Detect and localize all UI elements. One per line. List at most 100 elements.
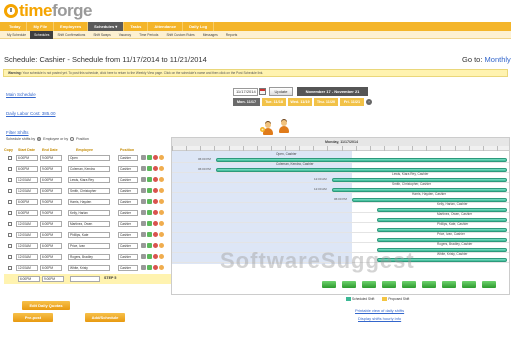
delete-icon[interactable]: [141, 243, 146, 248]
timeforge-logo[interactable]: timeforge: [4, 1, 92, 20]
warning-icon[interactable]: [153, 265, 158, 270]
delete-icon[interactable]: [141, 199, 146, 204]
sub-nav-tab[interactable]: Messages: [199, 31, 222, 39]
sub-nav-tab[interactable]: Shift Confirmations: [53, 31, 89, 39]
new-employee-field[interactable]: [70, 276, 100, 282]
employee-field[interactable]: Phillips, Kate: [68, 232, 110, 238]
copy-checkbox[interactable]: [8, 233, 12, 237]
end-time-field[interactable]: 6:00PM: [40, 177, 62, 183]
edit-icon[interactable]: [159, 177, 164, 182]
daily-labor-cost-link[interactable]: Daily Labor Cost: 385.00: [6, 111, 56, 116]
employee-avatar-icon[interactable]: [278, 119, 290, 134]
save-icon[interactable]: [147, 199, 152, 204]
position-header[interactable]: Position: [120, 148, 134, 152]
sub-nav-tab[interactable]: Reports: [222, 31, 242, 39]
employee-radio[interactable]: [37, 137, 42, 141]
copy-checkbox[interactable]: [8, 244, 12, 248]
end-time-field[interactable]: 9:00PM: [40, 199, 62, 205]
add-schedule-button[interactable]: Add/Schedule: [85, 313, 125, 322]
start-time-field[interactable]: 6:00PM: [16, 199, 38, 205]
warning-icon[interactable]: [153, 254, 158, 259]
start-time-field[interactable]: 12:00AM: [16, 177, 38, 183]
edit-icon[interactable]: [159, 155, 164, 160]
save-icon[interactable]: [147, 254, 152, 259]
pre-post-button[interactable]: Pre-post: [13, 313, 53, 322]
start-time-field[interactable]: 12:00AM: [16, 188, 38, 194]
copy-checkbox[interactable]: [8, 200, 12, 204]
printable-view-link[interactable]: Printable view of daily shifts: [355, 308, 404, 313]
sub-nav-tab[interactable]: Vacancy: [115, 31, 135, 39]
employee-header[interactable]: Employee: [76, 148, 93, 152]
edit-icon[interactable]: [159, 254, 164, 259]
main-schedule-link[interactable]: Main Schedule: [6, 92, 36, 97]
position-field[interactable]: Cashier: [118, 232, 138, 238]
end-time-field[interactable]: 9:00PM: [40, 210, 62, 216]
edit-daily-quotas-button[interactable]: Edit Daily Quotas: [22, 301, 70, 310]
position-field[interactable]: Cashier: [118, 155, 138, 161]
new-start-field[interactable]: 6:00PM: [18, 276, 40, 282]
end-time-field[interactable]: 6:00PM: [40, 243, 62, 249]
warning-icon[interactable]: [153, 177, 158, 182]
update-button[interactable]: Update: [269, 87, 293, 96]
start-time-field[interactable]: 6:00PM: [16, 155, 38, 161]
save-icon[interactable]: [147, 210, 152, 215]
day-tab[interactable]: Tue. 11/18: [262, 98, 286, 106]
start-time-field[interactable]: 6:00PM: [16, 210, 38, 216]
date-input[interactable]: 11/17/2014: [233, 88, 258, 96]
hourly-info-link[interactable]: Display shifts hourly info: [358, 316, 401, 321]
start-time-field[interactable]: 6:00PM: [16, 166, 38, 172]
copy-checkbox[interactable]: [8, 222, 12, 226]
day-tab[interactable]: Wed. 11/19: [288, 98, 312, 106]
warning-icon[interactable]: [153, 221, 158, 226]
sub-nav-tab[interactable]: Time Periods: [135, 31, 162, 39]
position-field[interactable]: Cashier: [118, 210, 138, 216]
copy-checkbox[interactable]: [8, 156, 12, 160]
edit-icon[interactable]: [159, 232, 164, 237]
end-time-field[interactable]: 6:00PM: [40, 188, 62, 194]
warning-icon[interactable]: [153, 232, 158, 237]
save-icon[interactable]: [147, 232, 152, 237]
save-icon[interactable]: [147, 166, 152, 171]
delete-icon[interactable]: [141, 177, 146, 182]
position-field[interactable]: Cashier: [118, 221, 138, 227]
copy-checkbox[interactable]: [8, 178, 12, 182]
edit-icon[interactable]: [159, 166, 164, 171]
edit-icon[interactable]: [159, 221, 164, 226]
save-icon[interactable]: [147, 177, 152, 182]
start-time-field[interactable]: 12:00AM: [16, 254, 38, 260]
employee-field[interactable]: Martinez, Owen: [68, 221, 110, 227]
position-field[interactable]: Cashier: [118, 243, 138, 249]
delete-icon[interactable]: [141, 254, 146, 259]
warning-icon[interactable]: [153, 199, 158, 204]
position-field[interactable]: Cashier: [118, 265, 138, 271]
save-icon[interactable]: [147, 155, 152, 160]
position-field[interactable]: Cashier: [118, 177, 138, 183]
end-time-field[interactable]: 6:00PM: [40, 221, 62, 227]
start-time-field[interactable]: 12:00AM: [16, 232, 38, 238]
warning-icon[interactable]: [153, 210, 158, 215]
delete-icon[interactable]: [141, 232, 146, 237]
calendar-icon[interactable]: [259, 88, 266, 95]
delete-icon[interactable]: [141, 188, 146, 193]
start-time-field[interactable]: 12:00AM: [16, 265, 38, 271]
sub-nav-tab[interactable]: Schedules: [30, 30, 54, 39]
copy-checkbox[interactable]: [8, 167, 12, 171]
employee-field[interactable]: Open: [68, 155, 110, 161]
day-tab[interactable]: Mon. 11/17: [233, 98, 260, 106]
sub-nav-tab[interactable]: Shift Custom Rules: [162, 31, 198, 39]
end-time-field[interactable]: 6:00PM: [40, 232, 62, 238]
save-icon[interactable]: [147, 265, 152, 270]
filter-shifts-link[interactable]: Filter Shifts: [6, 130, 29, 135]
employee-field[interactable]: Smith, Christopher: [68, 188, 110, 194]
position-field[interactable]: Cashier: [118, 166, 138, 172]
warning-icon[interactable]: [153, 188, 158, 193]
save-icon[interactable]: [147, 188, 152, 193]
new-end-field[interactable]: 9:00PM: [42, 276, 64, 282]
delete-icon[interactable]: [141, 166, 146, 171]
position-field[interactable]: Cashier: [118, 188, 138, 194]
save-icon[interactable]: [147, 221, 152, 226]
start-time-field[interactable]: 12:00AM: [16, 243, 38, 249]
edit-icon[interactable]: [159, 265, 164, 270]
end-time-field[interactable]: 6:00PM: [40, 254, 62, 260]
copy-checkbox[interactable]: [8, 189, 12, 193]
